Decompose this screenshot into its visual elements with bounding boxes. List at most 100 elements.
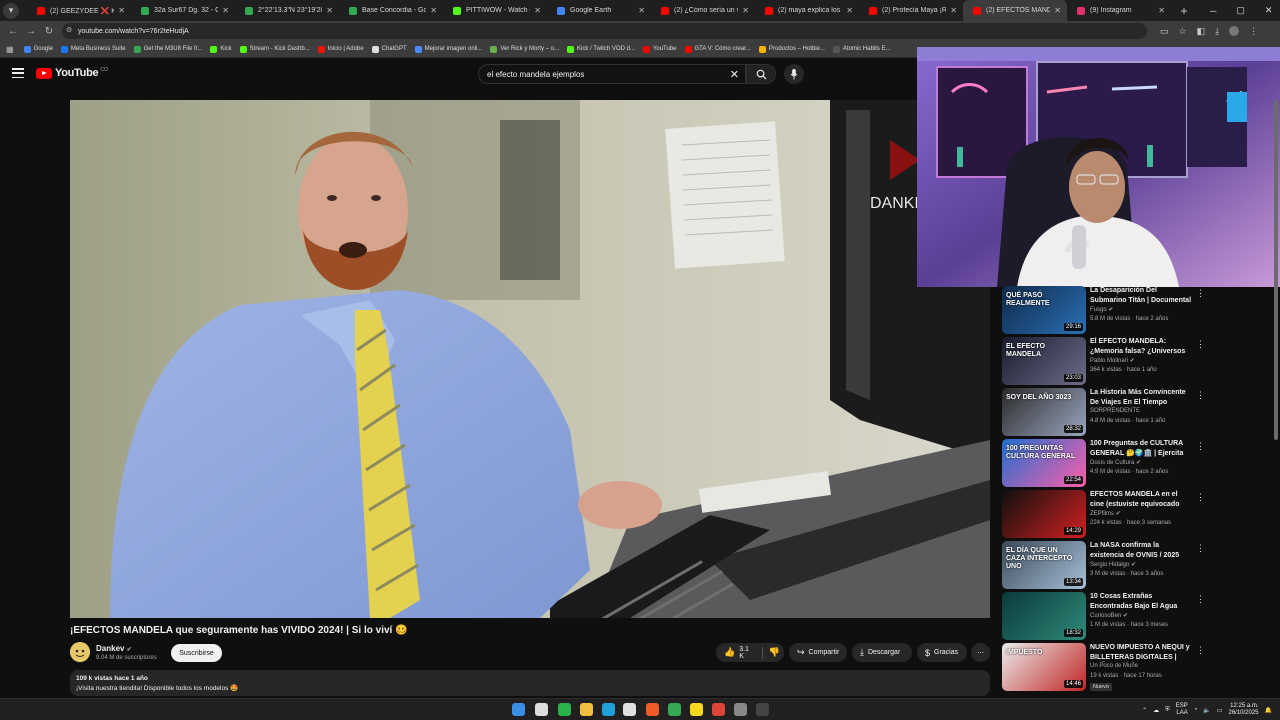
more-vertical-icon[interactable]: ⋮ — [1196, 594, 1205, 605]
bookmark-star-icon[interactable]: ☆ — [1179, 26, 1187, 37]
bookmark-item[interactable]: Atomic Habits E... — [832, 45, 891, 53]
onedrive-icon[interactable]: ☁ — [1153, 707, 1159, 714]
tab-close-icon[interactable]: ✕ — [222, 6, 229, 15]
channel-name[interactable]: Dankev ✔ — [96, 644, 132, 653]
xbox-icon[interactable] — [558, 703, 571, 716]
maximize-icon[interactable]: ▢ — [1236, 5, 1245, 16]
file-explorer-icon[interactable] — [580, 703, 593, 716]
recommendation-item[interactable]: 100 PREGUNTAS CULTURA GENERAL 22:54 100 Pr… — [1002, 439, 1272, 487]
recommendation-title[interactable]: La NASA confirma la existencia de OVNIS … — [1090, 541, 1192, 560]
recommendation-channel[interactable]: CuriosoBen ✔ — [1090, 612, 1128, 619]
bookmark-item[interactable]: GTA V: Cómo crear... — [684, 45, 751, 53]
more-vertical-icon[interactable]: ⋮ — [1196, 543, 1205, 554]
profile-avatar-icon[interactable] — [1229, 26, 1240, 36]
apps-grid-icon[interactable]: ▦ — [6, 45, 14, 54]
browser-tab[interactable]: PITTIWOW - Watch clips ✕ — [443, 0, 547, 21]
recommendation-title[interactable]: NUEVO IMPUESTO A NEQUI y BILLETERAS DIGI… — [1090, 643, 1192, 662]
more-vertical-icon[interactable]: ⋮ — [1196, 441, 1205, 452]
recommendation-title[interactable]: La Desaparición Del Submarino Titán | Do… — [1090, 286, 1192, 305]
extensions-icon[interactable]: ◧ — [1197, 26, 1206, 37]
browser-tab[interactable]: Google Earth ✕ — [547, 0, 651, 21]
search-input[interactable]: el efecto mandela ejemplos ✕ — [478, 64, 746, 84]
volume-icon[interactable]: 🔈 — [1203, 707, 1210, 714]
tab-close-icon[interactable]: ✕ — [846, 6, 853, 15]
tab-close-icon[interactable]: ✕ — [430, 6, 437, 15]
browser-tab[interactable]: 2°22'13.3"N 23°19'20.2" ✕ — [235, 0, 339, 21]
notifications-icon[interactable]: 🔔 — [1265, 707, 1272, 714]
site-info-icon[interactable]: ⚙ — [66, 26, 72, 34]
subscribe-button[interactable]: Suscribirse — [171, 644, 222, 662]
tray-overflow-icon[interactable]: ⌃ — [1142, 707, 1147, 714]
page-scrollbar[interactable] — [1274, 100, 1278, 440]
start-icon[interactable] — [512, 703, 525, 716]
video-thumbnail[interactable]: 18:32 — [1002, 592, 1086, 640]
tab-close-icon[interactable]: ✕ — [950, 6, 957, 15]
cast-icon[interactable]: ▭ — [1160, 26, 1169, 37]
close-window-icon[interactable]: ✕ — [1265, 5, 1273, 16]
recommendation-channel[interactable]: Sergio Hidalgo ✔ — [1090, 561, 1136, 568]
video-thumbnail[interactable]: EL DÍA QUE UN CAZA INTERCEPTÓ UNO 13:34 — [1002, 541, 1086, 589]
bookmark-item[interactable]: Productos – Hotbie... — [758, 45, 825, 53]
security-icon[interactable]: ⛨ — [1165, 707, 1170, 714]
sticky-notes-icon[interactable] — [690, 703, 703, 716]
edge-icon[interactable] — [602, 703, 615, 716]
bookmark-item[interactable]: Google — [23, 45, 53, 53]
tab-close-icon[interactable]: ✕ — [118, 6, 125, 15]
tab-close-icon[interactable]: ✕ — [742, 6, 749, 15]
tab-close-icon[interactable]: ✕ — [534, 6, 541, 15]
tab-close-icon[interactable]: ✕ — [638, 6, 645, 15]
like-count[interactable]: 3.1 K — [739, 646, 754, 660]
bookmark-item[interactable]: Meta Business Suite — [60, 45, 126, 53]
forward-icon[interactable]: → — [22, 26, 40, 37]
bookmark-item[interactable]: Mejorar imagen onli... — [414, 45, 482, 53]
channel-avatar[interactable] — [70, 642, 90, 662]
clear-search-icon[interactable]: ✕ — [730, 68, 739, 81]
chrome-icon[interactable] — [668, 703, 681, 716]
search-button[interactable] — [746, 64, 776, 84]
recommendation-item[interactable]: SOY DEL AÑO 3023 28:32 La Historia Más Con… — [1002, 388, 1272, 436]
share-button[interactable]: ↪ Compartir — [789, 643, 847, 662]
menu-hamburger-icon[interactable] — [12, 68, 24, 78]
video-thumbnail[interactable]: QUÉ PASÓ REALMENTE 29:16 — [1002, 286, 1086, 334]
bookmark-item[interactable]: Inicio | Adobe — [317, 45, 364, 53]
minimize-icon[interactable]: ─ — [1210, 6, 1216, 16]
more-vertical-icon[interactable]: ⋮ — [1196, 645, 1205, 656]
recommendation-title[interactable]: EFECTOS MANDELA en el cine (estuviste eq… — [1090, 490, 1192, 509]
more-vertical-icon[interactable]: ⋮ — [1196, 492, 1205, 503]
video-thumbnail[interactable]: EL EFECTO MANDELA 23:03 — [1002, 337, 1086, 385]
brave-icon[interactable] — [646, 703, 659, 716]
back-icon[interactable]: ← — [4, 26, 22, 37]
voice-search-button[interactable] — [784, 64, 804, 84]
browser-tab[interactable]: (9) Instagram ✕ — [1067, 0, 1171, 21]
video-thumbnail[interactable]: IMPUESTO 14:46 — [1002, 643, 1086, 691]
like-icon[interactable]: 👍 — [724, 647, 735, 658]
recommendation-title[interactable]: La Historia Más Convincente De Viajes En… — [1090, 388, 1192, 407]
search-icon[interactable] — [535, 703, 548, 716]
new-tab-icon[interactable]: + — [1177, 4, 1191, 18]
browser-tab[interactable]: (2) ¿Cómo sería un viaje a ✕ — [651, 0, 755, 21]
recommendation-item[interactable]: EL EFECTO MANDELA 23:03 El EFECTO MANDELA:… — [1002, 337, 1272, 385]
more-vertical-icon[interactable]: ⋮ — [1196, 339, 1205, 350]
recommendation-item[interactable]: QUÉ PASÓ REALMENTE 29:16 La Desaparición D… — [1002, 286, 1272, 334]
store-icon[interactable] — [623, 703, 636, 716]
more-vertical-icon[interactable]: ⋮ — [1196, 288, 1205, 299]
language-indicator[interactable]: ESP LAA — [1176, 703, 1188, 717]
recommendation-title[interactable]: 10 Cosas Extrañas Encontradas Bajo El Ag… — [1090, 592, 1192, 611]
recommendation-channel[interactable]: SORPRENDENTE — [1090, 408, 1140, 414]
browser-menu-icon[interactable]: ⋮ — [1249, 26, 1258, 37]
recommendation-item[interactable]: 14:29 EFECTOS MANDELA en el cine (estuvis… — [1002, 490, 1272, 538]
video-thumbnail[interactable]: 14:29 — [1002, 490, 1086, 538]
bookmark-item[interactable]: Kick — [210, 45, 232, 53]
browser-tab[interactable]: (2) EFECTOS MANDELA q✕ — [963, 0, 1067, 21]
dislike-icon[interactable]: 👎 — [769, 647, 780, 658]
browser-tab[interactable]: (2) maya explica los 5121 ✕ — [755, 0, 859, 21]
youtube-logo[interactable]: YouTube CO — [36, 67, 108, 79]
video-player[interactable]: DANKE — [70, 100, 990, 618]
description-box[interactable]: 109 k vistas hace 1 año ¡Visita nuestra … — [70, 670, 990, 696]
tab-close-icon[interactable]: ✕ — [1054, 6, 1061, 15]
download-button[interactable]: ⤓ Descargar — [852, 643, 912, 662]
bookmark-item[interactable]: YouTube — [642, 45, 677, 53]
reload-icon[interactable]: ↻ — [40, 26, 58, 37]
browser-tab[interactable]: (2) GEEZYDEE ❌ KRIS R✕ — [27, 0, 131, 21]
recommendation-title[interactable]: El EFECTO MANDELA: ¿Memoria falsa? ¿Univ… — [1090, 337, 1192, 356]
